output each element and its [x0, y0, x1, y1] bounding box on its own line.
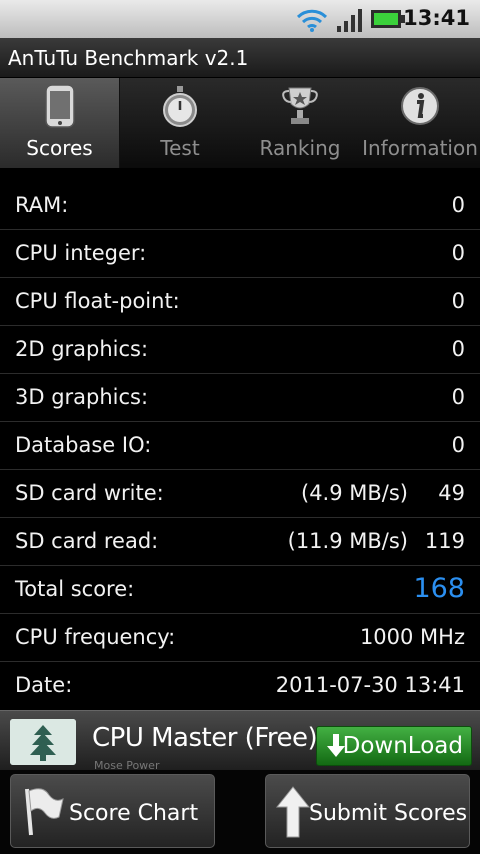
score-row-database-io: Database IO: 0: [0, 422, 480, 470]
score-row-total: Total score: 168: [0, 566, 480, 614]
score-label: Total score:: [15, 577, 135, 601]
trophy-icon: [282, 87, 318, 124]
battery-icon: [371, 10, 405, 28]
score-row-3d-graphics: 3D graphics: 0: [0, 374, 480, 422]
tab-label-test: Test: [160, 136, 200, 160]
bottom-bar: Score Chart Submit Scores: [0, 770, 480, 854]
score-label: Date:: [15, 673, 73, 697]
stopwatch-icon: [163, 86, 197, 127]
app-title: AnTuTu Benchmark v2.1: [8, 46, 249, 70]
tab-label-ranking: Ranking: [259, 136, 341, 160]
download-button[interactable]: DownLoad: [316, 726, 472, 766]
score-value: 0: [451, 433, 465, 457]
score-label: 3D graphics:: [15, 385, 149, 409]
submit-scores-label: Submit Scores: [309, 801, 468, 826]
ad-banner[interactable]: CPU Master (Free) Mose Power DownLoad: [0, 710, 480, 770]
score-value: 49: [438, 481, 465, 505]
score-value: 0: [451, 337, 465, 361]
score-value: 0: [451, 193, 465, 217]
score-label: CPU integer:: [15, 241, 147, 265]
flag-icon: [25, 788, 64, 836]
score-value: 1000 MHz: [359, 625, 465, 649]
score-list: RAM: 0 CPU integer: 0 CPU float-point: 0…: [0, 182, 480, 710]
score-value: 0: [451, 241, 465, 265]
score-row-sd-write: SD card write: (4.9 MB/s) 49: [0, 470, 480, 518]
tab-bar: Scores Test Ranking Information: [0, 78, 480, 168]
ad-title: CPU Master (Free): [92, 723, 318, 753]
tab-label-scores: Scores: [26, 136, 93, 160]
score-label: 2D graphics:: [15, 337, 149, 361]
score-value: 0: [451, 289, 465, 313]
score-row-cpu-integer: CPU integer: 0: [0, 230, 480, 278]
tab-test[interactable]: Test: [120, 78, 240, 168]
score-label: RAM:: [15, 193, 69, 217]
score-row-sd-read: SD card read: (11.9 MB/s) 119: [0, 518, 480, 566]
score-row-date: Date: 2011-07-30 13:41: [0, 662, 480, 710]
wifi-icon: [296, 9, 328, 32]
phone-icon: [45, 84, 75, 128]
total-score-value: 168: [413, 573, 465, 604]
score-chart-button[interactable]: Score Chart: [10, 774, 215, 848]
up-arrow-icon: [276, 786, 310, 838]
status-bar: 13:41: [0, 0, 480, 38]
info-icon: [401, 87, 439, 125]
score-chart-label: Score Chart: [69, 801, 199, 826]
score-value: 2011-07-30 13:41: [275, 673, 465, 697]
score-row-2d-graphics: 2D graphics: 0: [0, 326, 480, 374]
score-value: 0: [451, 385, 465, 409]
cpu-master-logo-icon: [10, 719, 76, 765]
score-label: Database IO:: [15, 433, 152, 457]
tab-ranking[interactable]: Ranking: [240, 78, 360, 168]
download-arrow-icon: [327, 734, 345, 757]
submit-scores-button[interactable]: Submit Scores: [265, 774, 470, 848]
score-row-cpu-frequency: CPU frequency: 1000 MHz: [0, 614, 480, 662]
score-label: CPU frequency:: [15, 625, 176, 649]
tab-information[interactable]: Information: [360, 78, 480, 168]
status-time: 13:41: [403, 6, 470, 30]
score-value: 119: [424, 529, 465, 553]
score-label: SD card write:: [15, 481, 164, 505]
signal-icon: [337, 9, 362, 32]
tab-label-information: Information: [362, 136, 478, 160]
score-label: CPU float-point:: [15, 289, 180, 313]
ad-subtitle: Mose Power: [94, 759, 160, 770]
download-label: DownLoad: [342, 733, 463, 759]
tab-scores[interactable]: Scores: [0, 78, 120, 168]
score-label: SD card read:: [15, 529, 159, 553]
score-row-ram: RAM: 0: [0, 182, 480, 230]
score-rate: (11.9 MB/s): [287, 529, 408, 553]
score-row-cpu-float: CPU float-point: 0: [0, 278, 480, 326]
title-bar: AnTuTu Benchmark v2.1: [0, 38, 480, 78]
score-rate: (4.9 MB/s): [301, 481, 408, 505]
